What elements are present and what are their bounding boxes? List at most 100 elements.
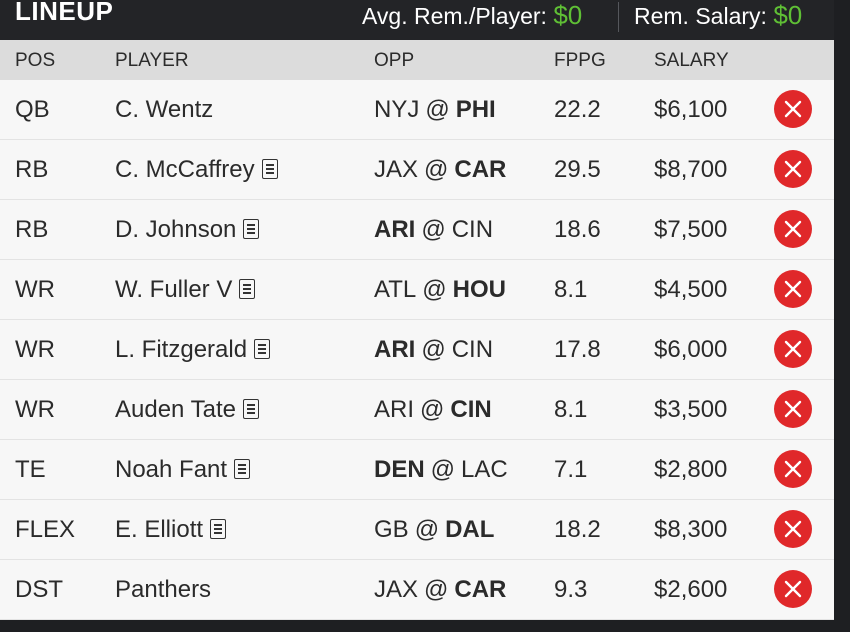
remove-player-button[interactable] — [774, 390, 812, 428]
avg-remaining-per-player: Avg. Rem./Player: $0 — [362, 0, 582, 31]
lineup-header: LINEUP Avg. Rem./Player: $0 Rem. Salary:… — [0, 0, 834, 40]
matchup-home-team: DAL — [445, 516, 495, 543]
lineup-row: WR Auden Tate ARI @ CIN 8.1 $3,500 — [0, 380, 834, 440]
matchup-at: @ — [414, 516, 440, 543]
row-salary: $2,600 — [654, 576, 728, 603]
row-salary: $6,000 — [654, 336, 728, 363]
matchup-away-team: ATL — [374, 276, 417, 303]
matchup-home-team: CIN — [450, 396, 492, 423]
player-news-icon[interactable] — [243, 219, 260, 239]
row-matchup: ARI @ CIN — [374, 396, 492, 424]
row-fppg: 8.1 — [554, 396, 588, 423]
matchup-at: @ — [430, 456, 456, 483]
col-opp: OPP — [374, 50, 415, 71]
col-player: PLAYER — [115, 50, 189, 71]
col-salary: SALARY — [654, 50, 729, 71]
matchup-home-team: HOU — [452, 276, 506, 303]
row-matchup: JAX @ CAR — [374, 156, 506, 184]
remove-player-button[interactable] — [774, 510, 812, 548]
row-pos: TE — [15, 456, 46, 483]
matchup-home-team: CIN — [451, 216, 494, 243]
close-icon — [784, 280, 802, 298]
player-news-icon[interactable] — [210, 519, 227, 539]
lineup-rows: QB C. Wentz NYJ @ PHI 22.2 $6,100 RB C. McCaffre… — [0, 80, 834, 620]
row-player: Auden Tate — [115, 396, 259, 424]
player-name[interactable]: Auden Tate — [115, 396, 236, 423]
row-fppg: 22.2 — [554, 96, 601, 123]
player-name[interactable]: D. Johnson — [115, 216, 236, 243]
matchup-home-team: PHI — [455, 96, 496, 123]
row-pos: DST — [15, 576, 63, 603]
row-player: L. Fitzgerald — [115, 336, 271, 364]
player-news-icon[interactable] — [234, 459, 251, 479]
row-player: D. Johnson — [115, 216, 260, 244]
matchup-home-team: CAR — [454, 156, 507, 183]
close-icon — [784, 520, 802, 538]
matchup-at: @ — [424, 156, 449, 183]
matchup-away-team: JAX — [374, 576, 419, 603]
player-name[interactable]: Noah Fant — [115, 456, 227, 483]
player-name[interactable]: E. Elliott — [115, 516, 203, 543]
close-icon — [784, 160, 802, 178]
row-player: E. Elliott — [115, 516, 227, 544]
row-player: W. Fuller V — [115, 276, 256, 304]
row-matchup: DEN @ LAC — [374, 456, 508, 484]
remaining-salary: Rem. Salary: $0 — [634, 0, 802, 31]
lineup-row: RB D. Johnson ARI @ CIN 18.6 $7,500 — [0, 200, 834, 260]
player-name[interactable]: C. McCaffrey — [115, 156, 255, 183]
row-pos: WR — [15, 396, 55, 423]
row-pos: WR — [15, 336, 55, 363]
lineup-title: LINEUP — [15, 0, 114, 26]
lineup-row: QB C. Wentz NYJ @ PHI 22.2 $6,100 — [0, 80, 834, 140]
close-icon — [784, 220, 802, 238]
row-salary: $7,500 — [654, 216, 728, 243]
row-matchup: ARI @ CIN — [374, 336, 493, 364]
row-matchup: ARI @ CIN — [374, 216, 493, 244]
row-matchup: ATL @ HOU — [374, 276, 506, 304]
col-fppg: FPPG — [554, 50, 606, 71]
close-icon — [784, 460, 802, 478]
player-name[interactable]: W. Fuller V — [115, 276, 232, 303]
remove-player-button[interactable] — [774, 330, 812, 368]
row-fppg: 17.8 — [554, 336, 601, 363]
matchup-home-team: CAR — [454, 576, 507, 603]
matchup-home-team: CIN — [451, 336, 494, 363]
remove-player-button[interactable] — [774, 570, 812, 608]
column-headers: POS PLAYER OPP FPPG SALARY — [0, 40, 834, 80]
player-news-icon[interactable] — [254, 339, 271, 359]
lineup-row: FLEX E. Elliott GB @ DAL 18.2 $8,300 — [0, 500, 834, 560]
remove-player-button[interactable] — [774, 90, 812, 128]
remove-player-button[interactable] — [774, 150, 812, 188]
close-icon — [784, 400, 802, 418]
row-salary: $4,500 — [654, 276, 728, 303]
row-matchup: GB @ DAL — [374, 516, 494, 544]
close-icon — [784, 100, 802, 118]
player-name[interactable]: L. Fitzgerald — [115, 336, 247, 363]
row-salary: $6,100 — [654, 96, 728, 123]
player-name[interactable]: Panthers — [115, 576, 211, 603]
rem-salary-value: $0 — [773, 0, 803, 30]
header-divider — [618, 2, 619, 32]
row-fppg: 18.6 — [554, 216, 601, 243]
player-name[interactable]: C. Wentz — [115, 96, 213, 123]
close-icon — [784, 580, 802, 598]
lineup-row: DST Panthers JAX @ CAR 9.3 $2,600 — [0, 560, 834, 620]
row-fppg: 8.1 — [554, 276, 588, 303]
matchup-away-team: ARI — [374, 216, 416, 243]
row-salary: $8,700 — [654, 156, 728, 183]
row-salary: $8,300 — [654, 516, 728, 543]
row-pos: FLEX — [15, 516, 76, 543]
matchup-at: @ — [420, 396, 445, 423]
remove-player-button[interactable] — [774, 210, 812, 248]
matchup-away-team: DEN — [374, 456, 425, 483]
player-news-icon[interactable] — [239, 279, 256, 299]
avg-rem-label: Avg. Rem./Player: — [362, 3, 547, 29]
row-pos: QB — [15, 96, 50, 123]
remove-player-button[interactable] — [774, 450, 812, 488]
remove-player-button[interactable] — [774, 270, 812, 308]
lineup-row: WR W. Fuller V ATL @ HOU 8.1 $4,500 — [0, 260, 834, 320]
matchup-at: @ — [425, 96, 450, 123]
matchup-at: @ — [424, 576, 449, 603]
player-news-icon[interactable] — [243, 399, 259, 419]
player-news-icon[interactable] — [261, 159, 278, 179]
